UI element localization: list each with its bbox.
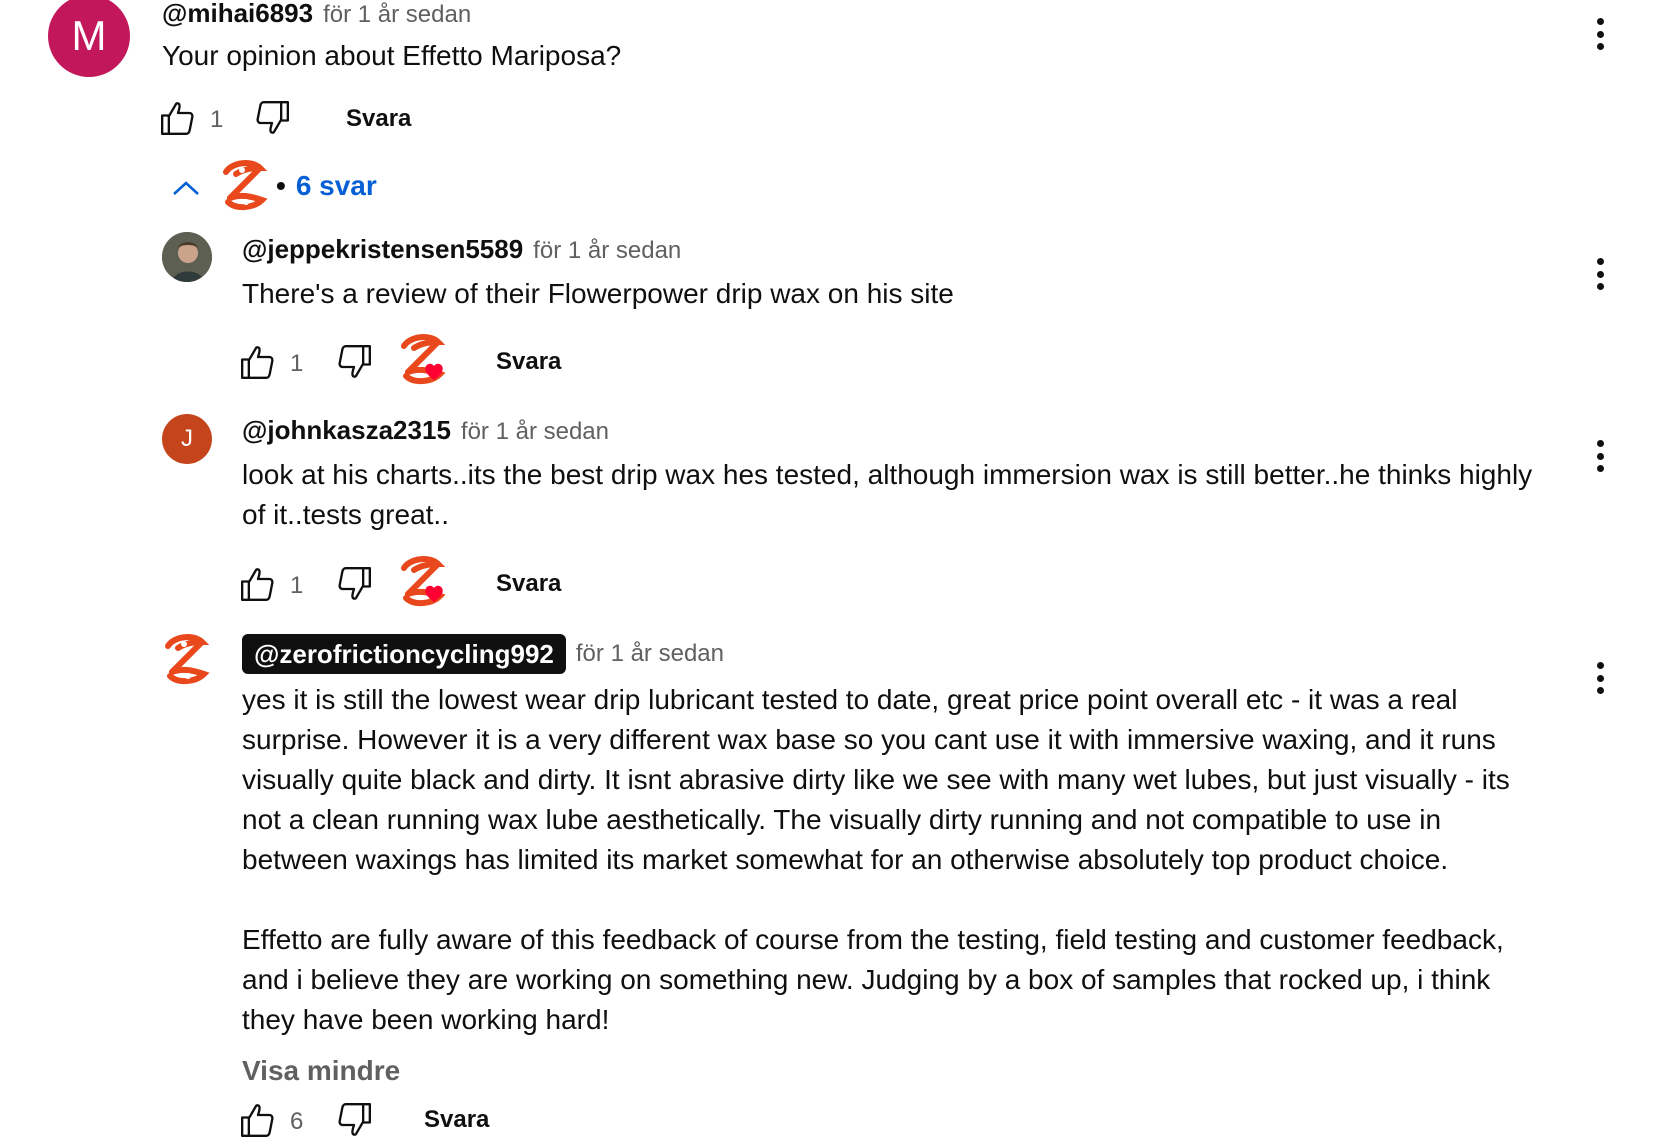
- replies-bullet: •: [276, 170, 286, 201]
- zero-friction-logo-icon: [223, 160, 268, 210]
- avatar[interactable]: [162, 232, 212, 282]
- creator-handle-badge[interactable]: @zerofrictioncycling992: [242, 634, 566, 674]
- more-actions-icon[interactable]: [1588, 14, 1612, 54]
- reply-button[interactable]: Svara: [496, 348, 561, 376]
- dislike-button[interactable]: [334, 564, 374, 604]
- author-handle[interactable]: @mihai6893: [162, 0, 313, 29]
- comment-text-line: visually quite black and dirty. It isnt …: [242, 764, 1510, 795]
- avatar-letter: M: [71, 12, 107, 59]
- like-count: 1: [290, 572, 304, 599]
- comment-text-line: look at his charts..its the best drip wa…: [242, 459, 1533, 490]
- comment-text-line: and i believe they are working on someth…: [242, 964, 1491, 995]
- thumb-down-icon: [338, 345, 371, 378]
- comment-text: look at his charts..its the best drip wa…: [242, 455, 1562, 535]
- replies-count-label[interactable]: 6 svar: [296, 170, 377, 202]
- like-button[interactable]: [238, 564, 278, 604]
- like-button[interactable]: [238, 1100, 278, 1140]
- thumb-down-icon: [256, 101, 289, 134]
- creator-heart-icon: [398, 556, 450, 608]
- zero-friction-logo-icon: [165, 634, 210, 684]
- more-actions-icon[interactable]: [1588, 658, 1612, 698]
- comment-text: There's a review of their Flowerpower dr…: [242, 278, 954, 309]
- thumb-up-icon: [241, 568, 274, 601]
- show-less-button[interactable]: Visa mindre: [242, 1055, 400, 1087]
- reply-button[interactable]: Svara: [424, 1106, 489, 1134]
- comment-text-line: between waxings has limited its market s…: [242, 844, 1449, 875]
- comment-time[interactable]: för 1 år sedan: [533, 237, 681, 265]
- like-button[interactable]: [158, 98, 198, 138]
- dislike-button[interactable]: [252, 98, 292, 138]
- avatar[interactable]: [162, 632, 210, 686]
- like-count: 1: [210, 106, 224, 133]
- dislike-button[interactable]: [334, 342, 374, 382]
- comment-text-line: surprise. However it is a very different…: [242, 724, 1496, 755]
- comment-header: @zerofrictioncycling992 för 1 år sedan: [242, 634, 724, 674]
- like-button[interactable]: [238, 342, 278, 382]
- reply-button[interactable]: Svara: [346, 105, 411, 133]
- user-photo-icon: [162, 232, 212, 282]
- like-count: 6: [290, 1108, 304, 1135]
- comment-time[interactable]: för 1 år sedan: [461, 418, 609, 446]
- thumb-up-icon: [241, 346, 274, 379]
- thumb-up-icon: [161, 102, 194, 135]
- comment-time[interactable]: för 1 år sedan: [576, 640, 724, 668]
- comment-text-line: they have been working hard!: [242, 1004, 610, 1035]
- avatar-letter: J: [181, 425, 193, 452]
- creator-avatar-icon: [220, 158, 268, 212]
- more-actions-icon[interactable]: [1588, 436, 1612, 476]
- reply-button[interactable]: Svara: [496, 570, 561, 598]
- avatar[interactable]: J: [162, 414, 212, 464]
- thumb-down-icon: [338, 567, 371, 600]
- collapse-replies-button[interactable]: [170, 176, 202, 200]
- comment-header: @johnkasza2315 för 1 år sedan: [242, 415, 609, 446]
- author-handle[interactable]: @johnkasza2315: [242, 415, 451, 446]
- comment-time[interactable]: för 1 år sedan: [323, 1, 471, 29]
- comment-text: Your opinion about Effetto Mariposa?: [162, 40, 622, 71]
- thumb-down-icon: [338, 1103, 371, 1136]
- comment-text-line: Effetto are fully aware of this feedback…: [242, 924, 1504, 955]
- more-actions-icon[interactable]: [1588, 254, 1612, 294]
- comment-text-line: yes it is still the lowest wear drip lub…: [242, 684, 1458, 715]
- comment-text: yes it is still the lowest wear drip lub…: [242, 680, 1582, 1040]
- comment-header: @jeppekristensen5589 för 1 år sedan: [242, 234, 681, 265]
- comment-text-line: of it..tests great..: [242, 499, 449, 530]
- comment-text-line: not a clean running wax lube aesthetical…: [242, 804, 1442, 835]
- replies-toggle[interactable]: • 6 svar: [276, 170, 377, 202]
- creator-heart-icon: [398, 334, 450, 386]
- author-handle[interactable]: @jeppekristensen5589: [242, 234, 523, 265]
- comment-header: @mihai6893 för 1 år sedan: [162, 0, 471, 29]
- like-count: 1: [290, 350, 304, 377]
- thumb-up-icon: [241, 1104, 274, 1137]
- chevron-up-icon: [173, 181, 199, 195]
- dislike-button[interactable]: [334, 1100, 374, 1140]
- avatar[interactable]: M: [48, 0, 130, 77]
